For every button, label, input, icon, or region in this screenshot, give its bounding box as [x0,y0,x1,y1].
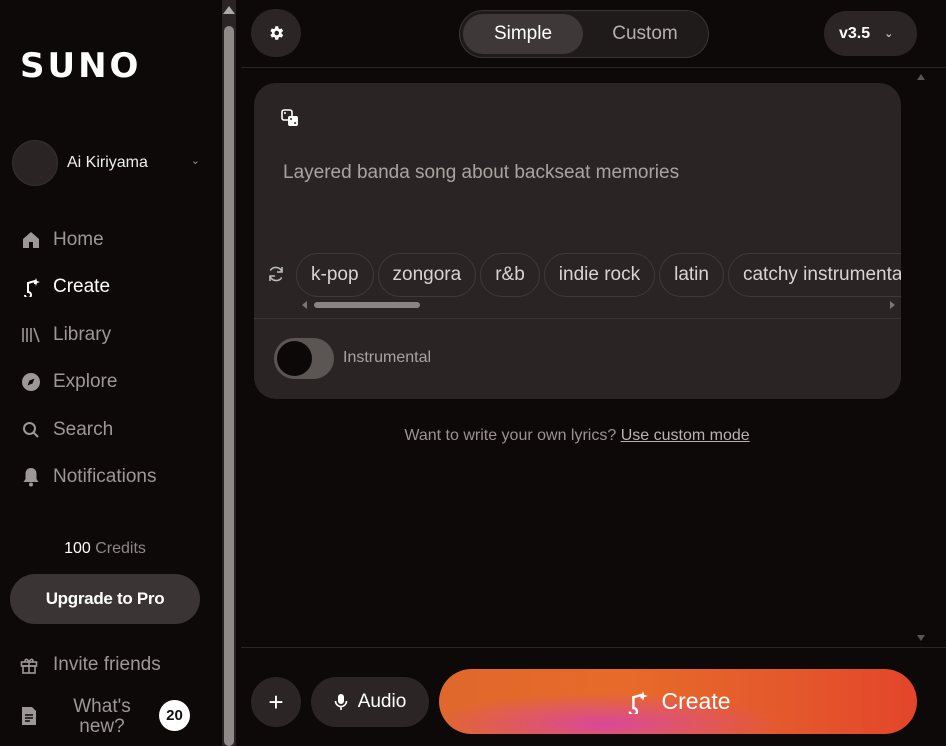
sidebar-item-library[interactable]: Library [0,311,220,359]
tab-simple[interactable]: Simple [463,14,583,54]
whats-new-link[interactable]: What's new? [60,697,144,737]
avatar [12,140,58,186]
audio-button[interactable]: Audio [311,677,429,727]
whats-new-icon-wrap[interactable] [20,706,38,726]
version-label: v3.5 [839,24,871,42]
create-label: Create [661,688,731,714]
compass-icon [20,371,42,393]
document-icon [20,706,38,726]
sidebar-item-label: Explore [53,371,118,393]
user-name: Ai Kiriyama [67,154,148,171]
whats-new-badge: 20 [159,700,190,731]
sidebar-item-explore[interactable]: Explore [0,359,220,407]
whats-new-line2: new? [79,716,125,737]
home-icon [20,229,42,251]
main-scrollbar[interactable] [913,69,927,647]
settings-button[interactable] [251,9,301,57]
audio-label: Audio [357,691,407,712]
sidebar-item-label: Create [53,276,111,298]
style-tag[interactable]: catchy instrumental [727,253,901,297]
user-menu[interactable]: Ai Kiriyama ⌄ [12,140,212,186]
style-tag[interactable]: r&b [480,253,540,297]
sidebar-scrollbar-thumb[interactable] [224,26,234,746]
scroll-right-arrow-icon[interactable] [890,301,895,309]
sidebar-item-label: Search [53,418,114,440]
refresh-icon[interactable] [267,265,285,288]
song-description-card: Layered banda song about backseat memori… [254,83,901,399]
microphone-icon [334,693,348,711]
sidebar-nav: Home Create Library Explore Search Notif… [0,216,220,501]
style-tag[interactable]: indie rock [543,253,656,297]
dice-icon[interactable] [281,109,299,132]
use-custom-mode-link[interactable]: Use custom mode [621,427,750,444]
hint-text: Want to write your own lyrics? [404,427,617,444]
credits-display: 100 Credits [0,540,210,558]
tags-scrollbar[interactable] [302,301,899,309]
instrumental-toggle[interactable] [274,338,334,379]
chevron-down-icon: ⌄ [190,155,200,167]
bell-icon [20,466,42,488]
gear-icon [267,24,285,42]
sidebar-item-label: Home [53,228,104,250]
tab-custom[interactable]: Custom [585,14,705,54]
library-icon [20,324,42,346]
app-root: SUNO Ai Kiriyama ⌄ Home Create Library E… [0,0,946,746]
credits-value: 100 [64,540,91,557]
sidebar-item-search[interactable]: Search [0,406,220,454]
toggle-knob [277,341,312,376]
mode-switch: Simple Custom [459,10,709,58]
style-tags: k-pop zongora r&b indie rock latin catch… [296,253,901,297]
scroll-left-arrow-icon[interactable] [302,301,307,309]
song-description-input[interactable]: Layered banda song about backseat memori… [283,162,679,184]
invite-friends-label: Invite friends [53,654,161,675]
search-icon [20,419,42,441]
top-bar: Simple Custom v3.5 ⌄ [241,0,946,68]
instrumental-label: Instrumental [343,349,432,366]
style-tag[interactable]: zongora [377,253,477,297]
scroll-down-arrow-icon[interactable] [917,635,925,641]
style-tag[interactable]: latin [659,253,724,297]
create-icon [20,276,42,298]
divider [254,318,901,319]
style-tag[interactable]: k-pop [296,253,374,297]
tags-scrollbar-thumb[interactable] [314,302,420,308]
credits-label: Credits [95,540,146,557]
sidebar-item-home[interactable]: Home [0,216,220,264]
sidebar-item-notifications[interactable]: Notifications [0,454,220,502]
sidebar: SUNO Ai Kiriyama ⌄ Home Create Library E… [0,0,220,746]
sidebar-item-label: Notifications [53,466,157,488]
create-button[interactable]: Create [439,669,917,734]
suno-logo[interactable]: SUNO [20,46,141,86]
bottom-bar: + Audio Create [241,647,946,746]
whats-new-line1: What's [73,696,131,717]
gift-icon [20,656,42,674]
invite-friends-link[interactable]: Invite friends [20,654,161,676]
upgrade-button[interactable]: Upgrade to Pro [10,574,200,624]
plus-icon: + [268,686,284,717]
sidebar-item-label: Library [53,323,112,345]
create-icon [625,690,649,714]
scroll-up-arrow-icon[interactable] [917,74,925,80]
version-selector[interactable]: v3.5 ⌄ [824,11,917,56]
add-button[interactable]: + [251,677,301,727]
sidebar-item-create[interactable]: Create [0,264,220,312]
chevron-down-icon: ⌄ [884,28,894,40]
custom-lyrics-hint: Want to write your own lyrics? Use custo… [241,427,913,445]
scroll-up-arrow-icon[interactable] [223,6,235,14]
